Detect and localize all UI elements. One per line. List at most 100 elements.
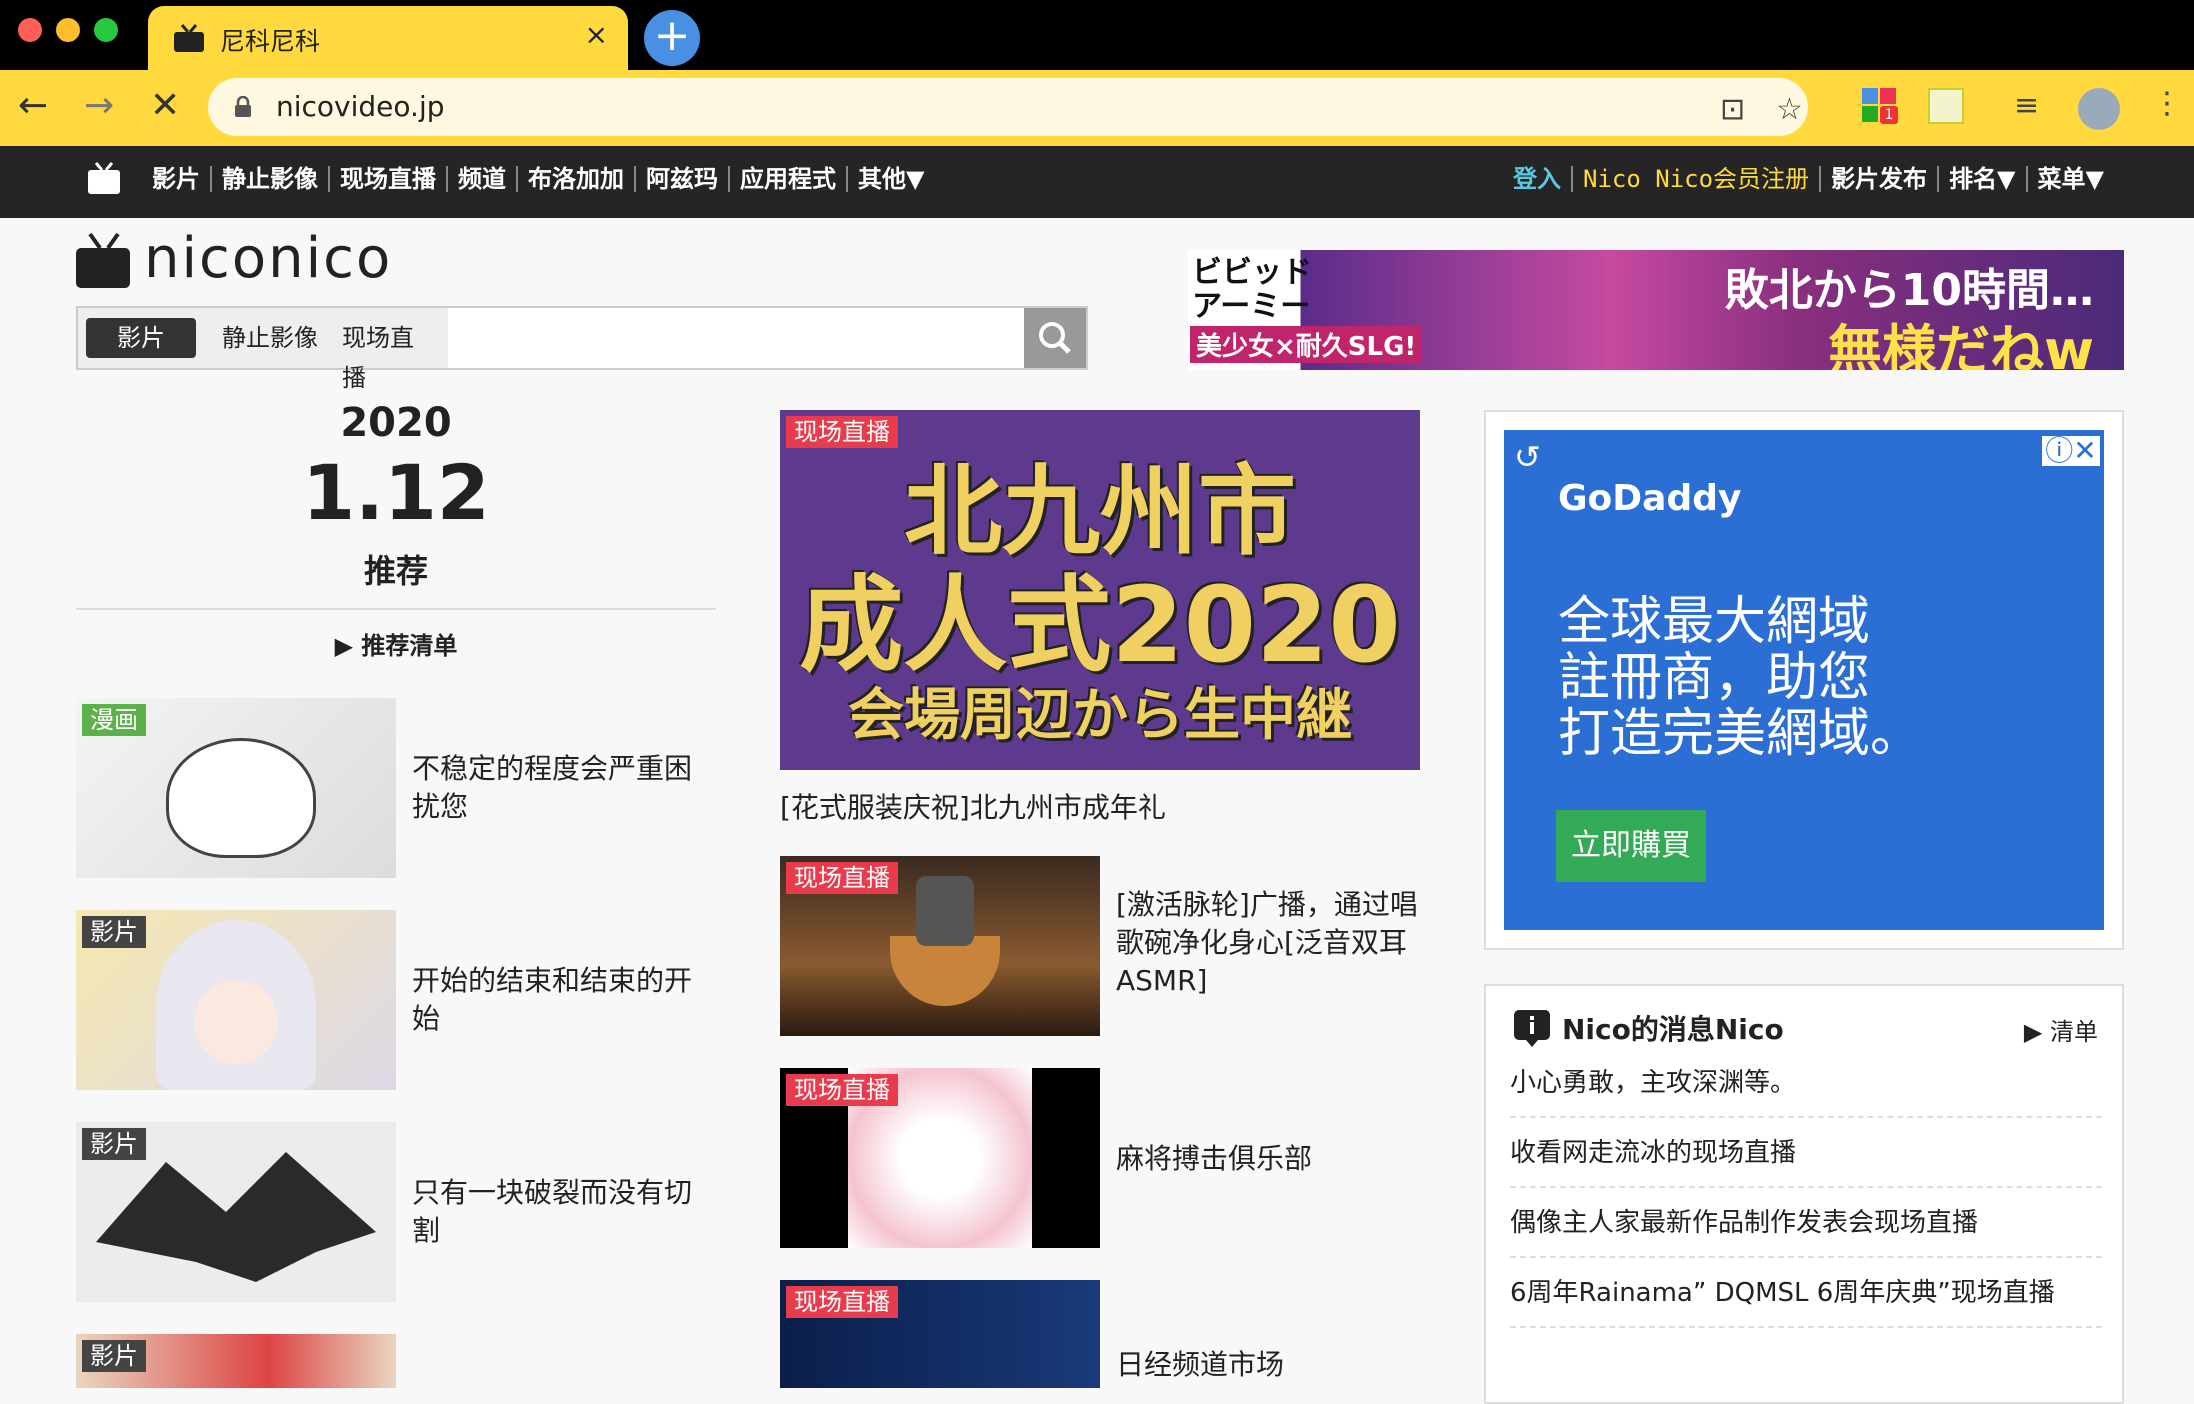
close-window-button[interactable] (18, 18, 42, 42)
thumbnail[interactable]: 漫画 (76, 698, 396, 878)
browser-tab[interactable]: 尼科尼科 × (148, 6, 628, 70)
ad-content[interactable]: ↺ ⓘ✕ GoDaddy 全球最大網域 註冊商，助您 打造完美網域。 立即購買 (1504, 430, 2104, 930)
thumbnail[interactable]: 影片 (76, 910, 396, 1090)
nav-item-video[interactable]: 影片 (142, 166, 212, 192)
banner-left-title: ビビッド アーミー (1192, 255, 1312, 324)
recommend-label: 推荐 (363, 552, 428, 590)
avatar[interactable] (2078, 88, 2120, 130)
tv-icon[interactable] (86, 162, 122, 196)
news-item[interactable]: 小心勇敢，主攻深渊等。 (1510, 1048, 2102, 1118)
live-badge: 现场直播 (786, 1074, 898, 1106)
thumbnail[interactable]: 影片 (76, 1122, 396, 1302)
item-title[interactable]: [激活脉轮]广播，通过唱歌碗净化身心[泛音双耳ASMR] (1116, 886, 1420, 1000)
tab-title: 尼科尼科 (220, 27, 321, 56)
url-text: nicovideo.jp (276, 90, 445, 123)
tv-icon (76, 232, 130, 288)
address-bar[interactable]: nicovideo.jp ⊡ ☆ (208, 78, 1808, 136)
site-nav-left: 影片 静止影像 现场直播 频道 布洛加加 阿兹玛 应用程式 其他▼ (142, 166, 934, 192)
translate-icon[interactable]: ⊡ (1720, 92, 1745, 127)
niconico-logo[interactable]: niconico (74, 226, 434, 292)
extension-badge: 1 (1880, 106, 1898, 124)
item-title[interactable]: 不稳定的程度会严重困扰您 (412, 750, 712, 826)
nav-item-seiga[interactable]: 静止影像 (212, 166, 330, 192)
site-nav: 影片 静止影像 现场直播 频道 布洛加加 阿兹玛 应用程式 其他▼ 登入 Nic… (0, 146, 2194, 218)
recommend-list-link[interactable]: ▶ 推荐清单 (76, 626, 716, 661)
news-item[interactable]: 6周年Rainama” DQMSL 6周年庆典”现场直播 (1510, 1258, 2102, 1328)
live-badge: 现场直播 (786, 862, 898, 894)
recommend-year: 2020 (340, 400, 452, 446)
ranking-link[interactable]: 排名▼ (1939, 166, 2028, 192)
list-item[interactable]: 影片 只有一块破裂而没有切割 (76, 1122, 716, 1302)
list-item[interactable]: 现场直播 [激活脉轮]广播，通过唱歌碗净化身心[泛音双耳ASMR] (780, 856, 1420, 1036)
logo-text: niconico (144, 226, 393, 291)
ad-close-icon[interactable]: ⓘ✕ (2042, 436, 2100, 466)
thumbnail[interactable]: 影片 (76, 1334, 396, 1388)
upload-link[interactable]: 影片发布 (1821, 166, 1940, 192)
buy-now-button[interactable]: 立即購買 (1556, 810, 1706, 882)
browser-toolbar: ← → ✕ nicovideo.jp ⊡ ☆ 1 ≡ ⋮ (0, 70, 2194, 146)
thumbnail[interactable]: 现场直播 (780, 856, 1100, 1036)
category-badge: 影片 (82, 1340, 146, 1372)
item-title[interactable]: 日经频道市场 (1116, 1346, 1420, 1384)
item-title[interactable]: 麻将搏击俱乐部 (1116, 1140, 1420, 1178)
site-nav-right: 登入 Nico Nico会员注册 影片发布 排名▼ 菜单▼ (1503, 166, 2114, 192)
category-badge: 漫画 (82, 704, 146, 736)
search-tab-seiga[interactable]: 静止影像 (208, 318, 332, 358)
extension-green-icon[interactable] (1928, 88, 1964, 124)
list-item[interactable]: 漫画 不稳定的程度会严重困扰您 (76, 698, 716, 878)
extension-icon[interactable]: 1 (1862, 88, 1898, 124)
thumbnail[interactable]: 现场直播 (780, 1280, 1100, 1388)
banner-left-sub: 美少女×耐久SLG! (1190, 326, 1423, 363)
nav-item-apps[interactable]: 应用程式 (730, 166, 848, 192)
nav-item-live[interactable]: 现场直播 (330, 166, 448, 192)
list-item[interactable]: 现场直播 日经频道市场 (780, 1280, 1420, 1388)
info-icon (1514, 1010, 1550, 1047)
forward-arrow-icon[interactable]: → (84, 86, 114, 126)
search-button[interactable] (1024, 308, 1086, 368)
search-tabs: 影片 静止影像 现场直播 (78, 308, 448, 392)
register-link[interactable]: Nico Nico会员注册 (1573, 166, 1822, 192)
godaddy-ad[interactable]: ↺ ⓘ✕ GoDaddy 全球最大網域 註冊商，助您 打造完美網域。 立即購買 (1484, 410, 2124, 950)
list-item[interactable]: 影片 (76, 1334, 716, 1388)
search-input[interactable] (452, 312, 1012, 364)
category-badge: 影片 (82, 916, 146, 948)
menu-dots-icon[interactable]: ⋮ (2152, 86, 2182, 121)
nav-item-other[interactable]: 其他▼ (848, 166, 934, 192)
feature-caption[interactable]: [花式服装庆祝]北九州市成年礼 (780, 786, 1420, 826)
item-title[interactable]: 只有一块破裂而没有切割 (412, 1174, 712, 1250)
ad-text: 全球最大網域 註冊商，助您 打造完美網域。 (1558, 592, 1923, 764)
live-badge: 现场直播 (786, 1286, 898, 1318)
news-item[interactable]: 收看网走流冰的现场直播 (1510, 1118, 2102, 1188)
thumbnail[interactable]: 现场直播 (780, 1068, 1100, 1248)
featured-live-thumbnail[interactable]: 北九州市 成人式2020 会場周辺から生中継 现场直播 (780, 410, 1420, 770)
category-badge: 影片 (82, 1128, 146, 1160)
banner-subtitle: 無様だねw (1828, 319, 2094, 370)
bookmark-star-icon[interactable]: ☆ (1776, 92, 1803, 127)
close-tab-icon[interactable]: × (585, 18, 608, 51)
recommend-day: 1.12 (302, 448, 490, 537)
login-link[interactable]: 登入 (1503, 166, 1574, 192)
ad-brand: GoDaddy (1558, 478, 1742, 519)
list-item[interactable]: 影片 开始的结束和结束的开始 (76, 910, 716, 1090)
nav-item-atsumaru[interactable]: 阿兹玛 (636, 166, 730, 192)
news-panel: Nico的消息Nico ▶ 清单 小心勇敢，主攻深渊等。 收看网走流冰的现场直播… (1484, 984, 2124, 1404)
news-item[interactable]: 偶像主人家最新作品制作发表会现场直播 (1510, 1188, 2102, 1258)
new-tab-button[interactable]: + (644, 10, 700, 66)
search-icon (1039, 322, 1071, 354)
banner-ad[interactable]: ビビッド アーミー 美少女×耐久SLG! 敗北から10時間… 無様だねw (1188, 250, 2124, 370)
zoom-window-button[interactable] (94, 18, 118, 42)
media-control-icon[interactable]: ≡ (2014, 88, 2039, 123)
news-list-link[interactable]: ▶ 清单 (2024, 1012, 2098, 1047)
minimize-window-button[interactable] (56, 18, 80, 42)
nav-item-channel[interactable]: 频道 (448, 166, 518, 192)
item-title[interactable]: 开始的结束和结束的开始 (412, 962, 712, 1038)
menu-link[interactable]: 菜单▼ (2028, 166, 2114, 192)
nav-item-blomaga[interactable]: 布洛加加 (518, 166, 636, 192)
refresh-icon[interactable]: ↺ (1514, 438, 1541, 476)
search-tab-live[interactable]: 现场直播 (328, 318, 448, 392)
back-arrow-icon[interactable]: ← (18, 86, 48, 126)
feature-line2: 成人式2020 (799, 564, 1401, 686)
stop-loading-icon[interactable]: ✕ (150, 86, 180, 126)
list-item[interactable]: 现场直播 麻将搏击俱乐部 (780, 1068, 1420, 1248)
search-tab-video[interactable]: 影片 (86, 318, 196, 358)
